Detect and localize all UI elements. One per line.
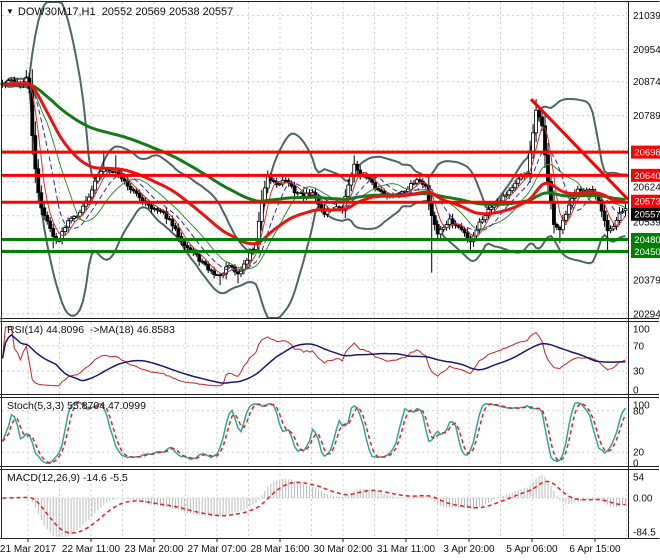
svg-text:0.00: 0.00	[633, 494, 653, 505]
svg-text:28 Mar 16:00: 28 Mar 16:00	[251, 544, 310, 555]
svg-text:-84.5: -84.5	[633, 527, 656, 538]
svg-text:5 Apr 06:00: 5 Apr 06:00	[506, 544, 558, 555]
svg-text:20379: 20379	[633, 275, 660, 286]
svg-text:20698: 20698	[634, 148, 660, 159]
svg-text:20954: 20954	[633, 45, 660, 56]
svg-text:70: 70	[633, 341, 645, 352]
svg-text:0: 0	[633, 459, 639, 470]
svg-text:30 Mar 02:00: 30 Mar 02:00	[314, 544, 373, 555]
svg-text:21039: 21039	[633, 11, 660, 22]
svg-text:20: 20	[633, 448, 645, 459]
svg-text:20874: 20874	[633, 77, 660, 88]
svg-text:27 Mar 07:00: 27 Mar 07:00	[188, 544, 247, 555]
macd-indicator-label: MACD(12,26,9) -14.6 -5.5	[7, 472, 128, 484]
svg-text:80: 80	[633, 406, 645, 417]
svg-text:0: 0	[633, 386, 639, 397]
svg-text:22 Mar 11:00: 22 Mar 11:00	[62, 544, 121, 555]
svg-text:3 Apr 20:00: 3 Apr 20:00	[443, 544, 495, 555]
svg-text:20294: 20294	[633, 310, 660, 321]
svg-text:20789: 20789	[633, 111, 660, 122]
chart-title-row: ▼ DOW30M17,H1 20552 20569 20538 20557	[6, 6, 233, 18]
svg-text:20557: 20557	[634, 210, 660, 221]
stoch-indicator-label: Stoch(5,3,3) 55.8704 47.0999	[7, 400, 146, 412]
svg-text:31 Mar 11:00: 31 Mar 11:00	[377, 544, 436, 555]
svg-text:21 Mar 2017: 21 Mar 2017	[0, 544, 57, 555]
svg-text:6 Apr 15:00: 6 Apr 15:00	[569, 544, 621, 555]
svg-text:20624: 20624	[633, 182, 660, 193]
rsi-indicator-label: RSI(14) 44.8096 ->MA(18) 46.8583	[7, 324, 175, 336]
svg-text:20640: 20640	[634, 171, 660, 182]
trading-chart-window: 2103920954208742078920624205392037920294…	[0, 0, 660, 560]
ohlc-readout: 20552 20569 20538 20557	[96, 6, 234, 18]
svg-text:54: 54	[633, 473, 645, 484]
symbol-title: DOW30M17,H1	[18, 6, 96, 18]
svg-text:20450: 20450	[634, 247, 660, 258]
symbol-dropdown-icon[interactable]: ▼	[6, 7, 14, 16]
svg-text:30: 30	[633, 367, 645, 378]
svg-text:20480: 20480	[634, 235, 660, 246]
svg-text:23 Mar 20:00: 23 Mar 20:00	[125, 544, 184, 555]
svg-text:20573: 20573	[634, 197, 660, 208]
svg-text:100: 100	[633, 325, 650, 336]
